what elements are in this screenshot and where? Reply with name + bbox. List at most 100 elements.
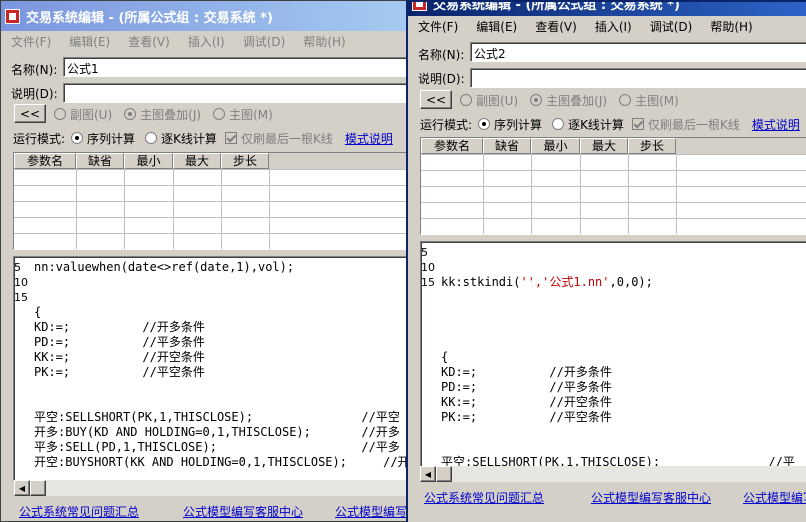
app-icon [5,8,20,24]
description-field[interactable] [63,83,409,103]
scroll-thumb[interactable] [30,480,46,496]
menu-view[interactable]: 查看(V) [118,33,178,50]
menu-bar: 文件(F) 编辑(E) 查看(V) 插入(I) 调试(D) 帮助(H) [408,16,806,36]
faq-link[interactable]: 公式系统常见问题汇总 [19,503,139,520]
description-field[interactable] [470,68,806,88]
code-line: PD:=; //平多条件 [441,380,612,394]
menu-file[interactable]: 文件(F) [408,18,466,35]
window-title: 交易系统编辑 - (所属公式组 : 交易系统 *) [433,0,680,13]
horizontal-scrollbar[interactable]: ◀ [14,480,409,496]
mode-help-link[interactable]: 模式说明 [345,130,393,147]
col-max: 最大 [173,153,221,169]
run-mode-per-bar[interactable]: 逐K线计算 [161,130,217,147]
parameter-table-header: 参数名 缺省 最小 最大 步长 [14,153,408,169]
menu-edit[interactable]: 编辑(E) [466,18,525,35]
menu-bar: 文件(F) 编辑(E) 查看(V) 插入(I) 调试(D) 帮助(H) [1,31,409,51]
scroll-left-arrow-icon[interactable]: ◀ [14,480,30,496]
code-line: { [441,350,449,364]
app-icon [412,2,427,11]
view-option-main[interactable]: 主图(M) [635,92,679,109]
radio-main-overlay-icon [124,108,137,120]
refresh-last-checkbox[interactable] [631,118,644,130]
menu-debug[interactable]: 调试(D) [233,33,294,50]
collapse-button[interactable]: << [420,90,452,109]
code-line: KD:=; //开多条件 [34,320,205,334]
faq-link[interactable]: 公式系统常见问题汇总 [424,489,544,506]
parameter-table[interactable]: 参数名 缺省 最小 最大 步长 [420,137,806,235]
code-line-1: kk:stkindi('','公式1.nn',0,0); [441,275,806,290]
menu-help[interactable]: 帮助(H) [700,18,760,35]
run-mode-sequence[interactable]: 序列计算 [87,130,135,147]
col-step: 步长 [628,138,676,154]
col-default: 缺省 [483,138,531,154]
scroll-left-arrow-icon[interactable]: ◀ [420,466,436,482]
scroll-thumb[interactable] [436,466,452,482]
support-center-link[interactable]: 公式模型编写客服中心 [183,503,303,520]
parameter-table-body[interactable] [14,169,408,249]
name-field[interactable]: 公式2 [470,42,806,62]
view-option-main-overlay[interactable]: 主图叠加(J) [546,92,607,109]
collapse-button[interactable]: << [14,104,46,123]
formula-editor-window-1: 交易系统编辑 - (所属公式组 : 交易系统 *) 文件(F) 编辑(E) 查看… [0,0,410,522]
code-text[interactable]: nn:valuewhen(date<>ref(date,1),vol); {KD:… [34,260,408,480]
description-label: 说明(D): [11,86,58,101]
line-number-gutter: 5 10 15 [421,245,435,466]
code-line: KK:=; //开空条件 [441,395,612,409]
radio-main-icon [619,94,632,106]
code-line: 平空:SELLSHORT(PK,1,THISCLOSE); //平空 [34,410,400,424]
code-line: KK:=; //开空条件 [34,350,205,364]
code-line: 开多:BUY(KD AND HOLDING=0,1,THISCLOSE); //… [34,425,400,439]
col-param-name: 参数名 [421,138,483,154]
help-links: 公式系统常见问题汇总 公式模型编写客服中心 公式模型编写 [424,489,806,506]
col-max: 最大 [580,138,628,154]
line-number: 10 [421,261,435,274]
refresh-last-checkbox[interactable] [224,132,237,144]
menu-edit[interactable]: 编辑(E) [59,33,118,50]
menu-insert[interactable]: 插入(I) [178,33,233,50]
help-links: 公式系统常见问题汇总 公式模型编写客服中心 公式模型编写调试教程 [19,503,409,520]
line-number: 15 [421,276,435,289]
code-line: nn:valuewhen(date<>ref(date,1),vol); [34,260,295,274]
support-center-link[interactable]: 公式模型编写客服中心 [591,489,711,506]
radio-main-icon [213,108,226,120]
title-bar[interactable]: 交易系统编辑 - (所属公式组 : 交易系统 *) [1,1,409,31]
code-line: { [34,305,42,319]
code-editor[interactable]: 5 10 15 nn:valuewhen(date<>ref(date,1),vol… [13,256,409,481]
view-option-main-overlay[interactable]: 主图叠加(J) [140,106,201,123]
menu-file[interactable]: 文件(F) [1,33,59,50]
view-option-subchart[interactable]: 副图(U) [70,106,112,123]
view-option-main[interactable]: 主图(M) [229,106,273,123]
menu-debug[interactable]: 调试(D) [640,18,701,35]
menu-insert[interactable]: 插入(I) [585,18,640,35]
run-mode-sequence[interactable]: 序列计算 [494,116,542,133]
radio-main-overlay-icon [530,94,543,106]
parameter-table[interactable]: 参数名 缺省 最小 最大 步长 [13,152,409,250]
code-line: 平多:SELL(PD,1,THISCLOSE); //平多 [34,440,400,454]
code-text[interactable]: kk:stkindi('','公式1.nn',0,0); {KD:=; //开多… [441,245,806,466]
code-fn-end: ,0,0); [609,275,653,289]
radio-per-bar-icon[interactable] [145,132,158,144]
refresh-last-label: 仅刷最后一根K线 [240,131,333,146]
menu-help[interactable]: 帮助(H) [293,33,353,50]
radio-per-bar-icon[interactable] [552,118,565,130]
parameter-table-body[interactable] [421,154,806,234]
menu-view[interactable]: 查看(V) [525,18,585,35]
mode-help-link[interactable]: 模式说明 [752,116,800,133]
line-number: 5 [14,261,21,274]
run-mode-per-bar[interactable]: 逐K线计算 [568,116,624,133]
radio-sequence-icon[interactable] [478,118,491,130]
horizontal-scrollbar[interactable]: ◀ [420,466,806,482]
debug-tutorial-link[interactable]: 公式模型编写 [743,489,806,506]
run-mode-label: 运行模式: [420,117,473,132]
radio-sequence-icon[interactable] [71,132,84,144]
title-bar[interactable]: 交易系统编辑 - (所属公式组 : 交易系统 *) [408,0,806,16]
radio-subchart-icon [54,108,66,120]
debug-tutorial-link[interactable]: 公式模型编写调试教程 [335,503,409,520]
code-editor[interactable]: 5 10 15 kk:stkindi('','公式1.nn',0,0); {KD:=… [420,241,806,467]
view-option-subchart[interactable]: 副图(U) [476,92,518,109]
name-field[interactable]: 公式1 [63,57,409,77]
